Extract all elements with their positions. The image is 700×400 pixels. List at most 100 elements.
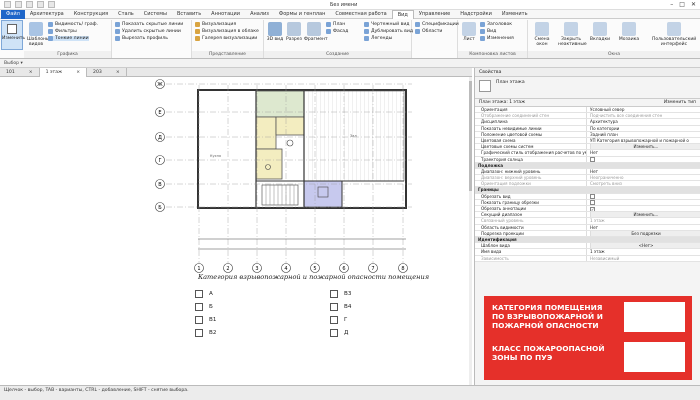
property-value[interactable]: УП Категория взрывопожарной и пожарной о [587, 138, 700, 143]
print-icon[interactable] [48, 1, 55, 8]
close-tab-icon[interactable]: × [116, 68, 120, 77]
drawing-canvas[interactable]: Кухня Зал Ж Е Д Г В Б 1 2 3 4 5 6 7 8 [0, 77, 472, 385]
edit-type-button[interactable]: Изменить тип [664, 100, 696, 105]
ribbon-tab[interactable]: Файл [1, 9, 25, 19]
room-yellow-3[interactable] [255, 148, 283, 180]
property-value[interactable]: Подчистить все соединения стен [587, 113, 700, 118]
cloud-render-button[interactable]: Визуализация в облаке [195, 29, 259, 34]
callout-button[interactable]: Фрагмент [304, 22, 328, 42]
tab-views-button[interactable]: Вкладки [588, 22, 612, 42]
legends-button[interactable]: Легенды [364, 36, 392, 41]
open-icon[interactable] [4, 1, 11, 8]
document-tab[interactable]: 203 × [87, 68, 127, 77]
ribbon-tab[interactable]: Анализ [245, 10, 274, 19]
ribbon-tab[interactable]: Управление [414, 10, 455, 19]
user-interface-button[interactable]: Пользовательский интерфейс [652, 22, 696, 47]
cut-profile-button[interactable]: Вырезать профиль [115, 36, 168, 41]
checkbox[interactable]: ✓ [590, 206, 595, 212]
room-green[interactable] [255, 90, 305, 118]
property-value[interactable]: ✓ [587, 206, 700, 212]
property-value[interactable] [587, 194, 700, 199]
remove-hidden-lines-button[interactable]: Удалить скрытые линии [115, 29, 181, 34]
property-value[interactable]: Изменить... [587, 212, 700, 218]
document-tab[interactable]: 1 этаж × [39, 68, 88, 77]
maximize-icon[interactable]: □ [679, 1, 685, 8]
close-tab-icon[interactable]: × [76, 68, 80, 77]
property-value[interactable]: <Нет> [587, 243, 700, 249]
undo-icon[interactable] [26, 1, 33, 8]
property-value[interactable]: Архитектура [587, 119, 700, 124]
checkbox[interactable] [590, 157, 595, 162]
plan-views-button[interactable]: План [326, 22, 345, 27]
minimize-icon[interactable]: – [670, 1, 673, 8]
ribbon-tab[interactable]: Системы [139, 10, 172, 19]
filters-button[interactable]: Фильтры [48, 29, 77, 34]
ribbon-tab[interactable]: Формы и генплан [274, 10, 330, 19]
3d-view-button[interactable]: 3D вид [266, 22, 284, 42]
elevation-button[interactable]: Фасад [326, 29, 348, 34]
property-value[interactable]: Независимый [587, 256, 700, 261]
ribbon-tab[interactable]: Архитектура [25, 10, 69, 19]
select-dropdown[interactable]: Выбор [4, 61, 19, 66]
revisions-button[interactable]: Изменения [480, 36, 514, 41]
drafting-view-button[interactable]: Чертежный вид [364, 22, 409, 27]
ribbon-tab[interactable]: Изменить [497, 10, 533, 19]
property-value[interactable] [587, 200, 700, 205]
duplicate-view-button[interactable]: Дублировать вид [364, 29, 413, 34]
title-block-button[interactable]: Заголовок [480, 22, 512, 27]
close-icon[interactable]: ✕ [691, 1, 696, 8]
vertical-scrollbar[interactable] [469, 77, 472, 385]
close-tab-icon[interactable]: × [29, 68, 33, 77]
room-yellow-1[interactable] [255, 116, 277, 150]
render-button[interactable]: Визуализация [195, 22, 236, 27]
save-icon[interactable] [15, 1, 22, 8]
property-value[interactable]: Нет [587, 150, 700, 155]
view-templates-button[interactable]: Шаблоны видов [27, 22, 49, 47]
property-button[interactable]: <Нет> [590, 243, 700, 249]
document-tab[interactable]: 101 × [0, 68, 40, 77]
property-value[interactable]: По категории [587, 126, 700, 131]
place-view-button[interactable]: Вид [480, 29, 496, 34]
property-value[interactable] [587, 157, 700, 162]
room-yellow-2[interactable] [275, 116, 305, 136]
room-blue[interactable] [303, 180, 343, 208]
ribbon-tab[interactable]: Вид [391, 9, 414, 19]
property-value[interactable]: Без подрезки [587, 230, 700, 236]
property-button[interactable]: Без подрезки [590, 230, 700, 236]
property-value[interactable]: 1 этаж [587, 249, 700, 254]
redo-icon[interactable] [37, 1, 44, 8]
close-inactive-button[interactable]: Закрыть неактивные [558, 22, 587, 47]
switch-windows-button[interactable]: Смена окон [531, 22, 553, 47]
schedules-button[interactable]: Спецификации [415, 22, 459, 27]
property-value[interactable]: Нет [587, 169, 700, 174]
ribbon-tab[interactable]: Сталь [113, 10, 139, 19]
ribbon-tab[interactable]: Вставить [172, 10, 206, 19]
property-value[interactable]: 1 этаж [587, 218, 700, 223]
modify-button[interactable]: Изменить [1, 20, 25, 50]
property-row[interactable]: Зависимость Независимый [475, 255, 700, 262]
property-value[interactable]: Условный север [587, 107, 700, 112]
tile-views-button[interactable]: Мозаика [616, 22, 642, 42]
visibility-graphics-button[interactable]: Видимость/ граф. [48, 22, 98, 27]
scope-box-button[interactable]: Области [415, 29, 442, 34]
sheet-button[interactable]: Лист [461, 22, 477, 42]
thin-lines-button[interactable]: Тонкие линии [48, 36, 89, 41]
ribbon-tab[interactable]: Конструкция [69, 10, 113, 19]
ribbon-tab[interactable]: Надстройки [455, 10, 497, 19]
ribbon-tab[interactable]: Совместная работа [330, 10, 391, 19]
property-value[interactable]: Смотреть вниз [587, 181, 700, 186]
show-hidden-lines-button[interactable]: Показать скрытые линии [115, 22, 183, 27]
ribbon-tab[interactable]: Аннотации [206, 10, 245, 19]
property-button[interactable]: Изменить... [590, 144, 700, 150]
render-gallery-button[interactable]: Галерея визуализации [195, 36, 257, 41]
property-button[interactable]: Изменить... [590, 212, 700, 218]
type-selector[interactable]: План этажа [475, 77, 700, 99]
property-value[interactable]: Задний план [587, 132, 700, 137]
property-value[interactable]: Изменить... [587, 144, 700, 150]
section-button[interactable]: Разрез [285, 22, 303, 42]
property-value[interactable]: Неограниченно [587, 175, 700, 180]
checkbox[interactable] [590, 194, 595, 199]
instance-selector[interactable]: План этажа: 1 этаж Изменить тип [475, 99, 700, 107]
property-value[interactable]: Нет [587, 225, 700, 230]
checkbox[interactable] [590, 200, 595, 205]
